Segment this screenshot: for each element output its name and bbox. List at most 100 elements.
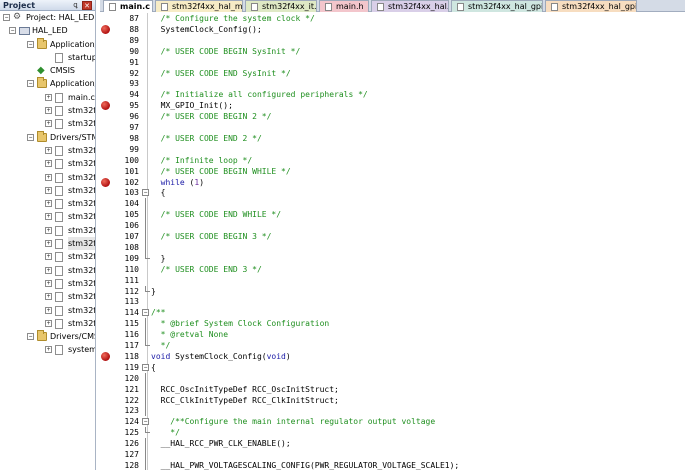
tree-item[interactable]: startup_stm32f407xx.s: [0, 51, 95, 64]
code-line[interactable]: 103− {: [100, 187, 685, 198]
tab-main-c[interactable]: main.c: [103, 0, 153, 12]
tree-item[interactable]: − Application/MDK-ARM: [0, 37, 95, 51]
collapse-icon[interactable]: −: [9, 27, 16, 35]
expand-icon[interactable]: +: [45, 306, 52, 314]
expand-icon[interactable]: +: [45, 120, 52, 128]
code-line[interactable]: 125 */: [100, 427, 685, 438]
tree-item[interactable]: + stm32f4xx_hal_flash.c: [0, 210, 95, 223]
expand-icon[interactable]: +: [45, 200, 52, 208]
expand-icon[interactable]: +: [45, 160, 52, 168]
tree-item[interactable]: + stm32f4xx_hal_msp.c: [0, 117, 95, 130]
code-line[interactable]: 126 __HAL_RCC_PWR_CLK_ENABLE();: [100, 438, 685, 450]
code-line[interactable]: 120: [100, 372, 685, 384]
code-line[interactable]: 124− /**Configure the main internal regu…: [100, 416, 685, 427]
tree-item[interactable]: + stm32f4xx_hal_flash_ex.c: [0, 224, 95, 237]
code-line[interactable]: 97: [100, 122, 685, 133]
tab-stm32f4xx-hal-gpio-h[interactable]: stm32f4xx_hal_gpio.h: [545, 0, 637, 12]
breakpoint-icon[interactable]: [101, 101, 110, 111]
pin-icon[interactable]: ꝗ: [71, 1, 80, 10]
expand-icon[interactable]: +: [45, 107, 52, 115]
expand-icon[interactable]: +: [45, 226, 52, 234]
tree-item[interactable]: + stm32f4xx_hal_tim_ex.c: [0, 157, 95, 170]
code-line[interactable]: 123: [100, 405, 685, 417]
fold-collapse-icon[interactable]: −: [142, 189, 149, 197]
code-line[interactable]: 98 /* USER CODE END 2 */: [100, 133, 685, 144]
code-line[interactable]: 87 /* Configure the system clock */: [100, 13, 685, 24]
code-line[interactable]: 128 __HAL_PWR_VOLTAGESCALING_CONFIG(PWR_…: [100, 459, 685, 470]
expand-icon[interactable]: +: [45, 266, 52, 274]
tree-item[interactable]: + stm32f4xx_it.c: [0, 104, 95, 117]
tree-item[interactable]: + stm32f4xx_hal_exti.c: [0, 317, 95, 330]
code-line[interactable]: 114−/**: [100, 307, 685, 318]
expand-icon[interactable]: +: [45, 173, 52, 181]
code-line[interactable]: 101 /* USER CODE BEGIN WHILE */: [100, 166, 685, 177]
code-line[interactable]: 119−{: [100, 362, 685, 373]
fold-collapse-icon[interactable]: −: [142, 363, 149, 371]
collapse-icon[interactable]: −: [27, 333, 34, 341]
expand-icon[interactable]: +: [45, 293, 52, 301]
code-line[interactable]: 106: [100, 220, 685, 232]
collapse-icon[interactable]: −: [27, 80, 34, 88]
breakpoint-icon[interactable]: [101, 24, 110, 34]
code-line[interactable]: 105 /* USER CODE END WHILE */: [100, 209, 685, 221]
code-line[interactable]: 95 MX_GPIO_Init();: [100, 100, 685, 111]
code-line[interactable]: 116 * @retval None: [100, 329, 685, 341]
expand-icon[interactable]: +: [45, 253, 52, 261]
tree-item[interactable]: + stm32f4xx_hal_rcc.c: [0, 184, 95, 197]
tree-item[interactable]: + stm32f4xx_hal_dma.c: [0, 264, 95, 277]
tree-item[interactable]: + stm32f4xx_hal_pwr_ex.c: [0, 290, 95, 303]
code-line[interactable]: 96 /* USER CODE BEGIN 2 */: [100, 111, 685, 122]
tree-item[interactable]: + stm32f4xx_hal_rcc_ex.c: [0, 197, 95, 210]
tab-stm32f4xx-it-c[interactable]: stm32f4xx_it.c: [245, 0, 317, 12]
tree-item[interactable]: − Application/User: [0, 77, 95, 90]
code-line[interactable]: 91: [100, 57, 685, 68]
code-line[interactable]: 90 /* USER CODE BEGIN SysInit */: [100, 46, 685, 57]
code-line[interactable]: 109 }: [100, 252, 685, 264]
code-line[interactable]: 104: [100, 198, 685, 210]
breakpoint-icon[interactable]: [101, 351, 110, 361]
fold-collapse-icon[interactable]: −: [142, 418, 149, 426]
code-line[interactable]: 127: [100, 449, 685, 460]
tree-item[interactable]: − Drivers/STM32F4xx_HAL_Driver: [0, 130, 95, 144]
fold-collapse-icon[interactable]: −: [142, 309, 149, 317]
close-icon[interactable]: ✕: [82, 1, 92, 10]
code-line[interactable]: 117 */: [100, 340, 685, 351]
collapse-icon[interactable]: −: [27, 133, 34, 141]
expand-icon[interactable]: +: [45, 213, 52, 221]
collapse-icon[interactable]: −: [27, 40, 34, 48]
code-line[interactable]: 111: [100, 275, 685, 286]
expand-icon[interactable]: +: [45, 93, 52, 101]
expand-icon[interactable]: +: [45, 240, 52, 248]
code-line[interactable]: 100 /* Infinite loop */: [100, 155, 685, 166]
tree-item[interactable]: − Drivers/CMSIS: [0, 330, 95, 343]
code-line[interactable]: 121 RCC_OscInitTypeDef RCC_OscInitStruct…: [100, 383, 685, 395]
expand-icon[interactable]: +: [45, 186, 52, 194]
tree-item[interactable]: + stm32f4xx_hal_dma_ex.c: [0, 250, 95, 263]
code-line[interactable]: 89: [100, 35, 685, 46]
expand-icon[interactable]: +: [45, 146, 52, 154]
code-line[interactable]: 107 /* USER CODE BEGIN 3 */: [100, 231, 685, 242]
code-line[interactable]: 92 /* USER CODE END SysInit */: [100, 68, 685, 79]
tree-item[interactable]: − ⚙ Project: HAL_LED: [0, 11, 95, 24]
tree-item[interactable]: + stm32f4xx_hal_gpio.c: [0, 237, 95, 251]
code-line[interactable]: 108: [100, 241, 685, 253]
code-line[interactable]: 118 void SystemClock_Config(void): [100, 351, 685, 362]
code-editor[interactable]: 87 /* Configure the system clock */88 Sy…: [100, 13, 685, 470]
collapse-icon[interactable]: −: [3, 14, 10, 21]
code-line[interactable]: 93: [100, 78, 685, 89]
tree-item[interactable]: + stm32f4xx_hal.c: [0, 171, 95, 184]
code-line[interactable]: 113: [100, 296, 685, 307]
tree-item[interactable]: + stm32f4xx_hal_cortex.c: [0, 304, 95, 317]
code-line[interactable]: 122 RCC_ClkInitTypeDef RCC_ClkInitStruct…: [100, 394, 685, 406]
tab-stm32f4xx-hal-gpio-c[interactable]: stm32f4xx_hal_gpio.c: [451, 0, 543, 12]
tree-item[interactable]: − HAL_LED: [0, 24, 95, 37]
tree-item[interactable]: + stm32f4xx_hal_pwr.c: [0, 277, 95, 290]
code-line[interactable]: 110 /* USER CODE END 3 */: [100, 264, 685, 275]
code-line[interactable]: 99: [100, 144, 685, 155]
code-line[interactable]: 115 * @brief System Clock Configuration: [100, 318, 685, 330]
tab-stm32f4xx-hal-msp-c[interactable]: stm32f4xx_hal_msp.c: [155, 0, 243, 12]
breakpoint-icon[interactable]: [101, 177, 110, 187]
tree-item[interactable]: + system_stm32f4xx.c: [0, 343, 95, 356]
tree-item[interactable]: ◆ CMSIS: [0, 64, 95, 77]
expand-icon[interactable]: +: [45, 279, 52, 287]
